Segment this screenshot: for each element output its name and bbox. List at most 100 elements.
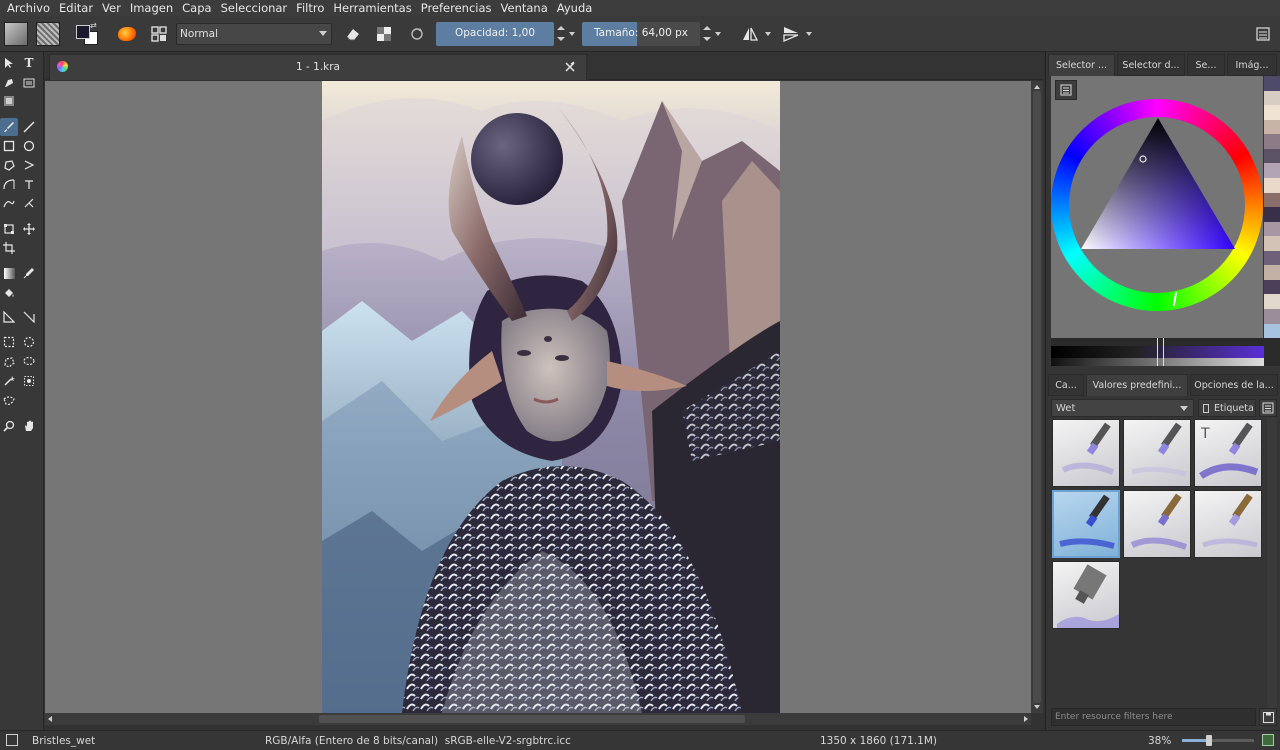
ellipse-tool[interactable]: [20, 137, 38, 155]
menu-preferencias[interactable]: Preferencias: [417, 1, 497, 15]
foreground-color-swatch[interactable]: [76, 25, 90, 39]
scroll-down-icon[interactable]: [1034, 705, 1040, 709]
move-tool[interactable]: [20, 220, 38, 238]
preset-view-options-button[interactable]: [1259, 399, 1277, 417]
document-status-icon[interactable]: [1262, 734, 1274, 746]
color-selector-settings-button[interactable]: [1055, 80, 1077, 100]
scroll-up-icon[interactable]: [1034, 85, 1040, 89]
zoom-slider-handle[interactable]: [1206, 735, 1213, 746]
palette-swatch[interactable]: [1264, 236, 1280, 251]
pattern-tool[interactable]: [0, 92, 18, 110]
measure-tool[interactable]: [20, 308, 38, 326]
workspace-grid-button[interactable]: [146, 21, 172, 47]
menu-editar[interactable]: Editar: [55, 1, 98, 15]
mirror-horizontal-options[interactable]: [762, 21, 774, 47]
color-history-strip[interactable]: [1051, 338, 1280, 366]
palette-swatch[interactable]: [1264, 323, 1280, 339]
menu-filtro[interactable]: Filtro: [292, 1, 329, 15]
saturation-value-triangle[interactable]: [1081, 118, 1235, 253]
bezier-tool[interactable]: [0, 175, 18, 193]
edit-shapes-tool[interactable]: [0, 74, 18, 92]
size-options-button[interactable]: [712, 21, 724, 47]
bezier-selection-tool[interactable]: [0, 392, 18, 410]
horizontal-scroll-thumb[interactable]: [319, 715, 745, 723]
rectangle-tool[interactable]: [0, 137, 18, 155]
brush-preview-icon[interactable]: [6, 734, 18, 746]
contiguous-selection-tool[interactable]: [0, 372, 18, 390]
preserve-alpha-button[interactable]: [371, 21, 397, 47]
horizontal-scrollbar[interactable]: [45, 713, 1031, 725]
preset-wet-5[interactable]: [1123, 490, 1191, 558]
palette-swatch[interactable]: [1264, 221, 1280, 237]
scroll-right-icon[interactable]: [1024, 716, 1028, 722]
palette-swatch[interactable]: [1264, 265, 1280, 280]
pattern-preset-button[interactable]: [35, 21, 61, 47]
menu-imagen[interactable]: Imagen: [126, 1, 178, 15]
palette-swatch[interactable]: [1264, 309, 1280, 324]
palette-swatch[interactable]: [1264, 90, 1280, 106]
resource-filter-input[interactable]: Enter resource filters here: [1051, 708, 1256, 726]
gradient-preset-button[interactable]: [3, 21, 29, 47]
select-shapes-tool[interactable]: [0, 54, 18, 72]
preset-wet-7[interactable]: [1052, 561, 1120, 629]
mirror-vertical-options[interactable]: [803, 21, 815, 47]
tab-color-selector[interactable]: Selector d...: [1117, 54, 1185, 76]
blend-mode-select[interactable]: Normal: [176, 23, 332, 45]
palette-swatch[interactable]: [1264, 250, 1280, 266]
tab-brush-presets[interactable]: Valores predefini...: [1086, 374, 1188, 396]
opacity-slider[interactable]: Opacidad: 1,00: [436, 22, 554, 46]
menu-ver[interactable]: Ver: [98, 1, 126, 15]
gradient-tool[interactable]: [0, 264, 18, 282]
similar-selection-tool[interactable]: [20, 372, 38, 390]
preset-filter-select[interactable]: Wet: [1051, 399, 1194, 417]
palette-swatch[interactable]: [1264, 163, 1280, 178]
pan-tool[interactable]: [20, 417, 38, 435]
scroll-left-icon[interactable]: [48, 716, 52, 722]
opacity-options-button[interactable]: [566, 21, 578, 47]
toolbar-config-button[interactable]: [1250, 21, 1276, 47]
tag-button[interactable]: Etiqueta: [1198, 399, 1256, 417]
freehand-path-tool[interactable]: [20, 175, 38, 193]
transform-tool[interactable]: [0, 220, 18, 238]
preset-wet-2[interactable]: [1123, 419, 1191, 487]
preset-wet-1[interactable]: [1052, 419, 1120, 487]
palette-swatch[interactable]: [1264, 105, 1280, 120]
multibrush-tool[interactable]: [20, 194, 38, 212]
text-tool[interactable]: T: [20, 54, 38, 72]
polyline-tool[interactable]: [20, 156, 38, 174]
menu-herramientas[interactable]: Herramientas: [329, 1, 416, 15]
color-swatches-button[interactable]: ⇄: [74, 21, 100, 47]
menu-ayuda[interactable]: Ayuda: [553, 1, 598, 15]
eraser-mode-button[interactable]: [340, 21, 366, 47]
zoom-slider[interactable]: [1182, 735, 1254, 746]
menu-capa[interactable]: Capa: [178, 1, 216, 15]
artwork-canvas[interactable]: [322, 81, 780, 713]
assistant-tool[interactable]: [0, 308, 18, 326]
swap-colors-icon[interactable]: ⇄: [90, 21, 97, 30]
menu-seleccionar[interactable]: Seleccionar: [217, 1, 293, 15]
tab-tool-options[interactable]: Opciones de la...: [1190, 374, 1278, 396]
line-tool[interactable]: [20, 118, 38, 136]
brush-preset-button[interactable]: [114, 21, 140, 47]
tab-advanced-color-selector[interactable]: Selector ...: [1048, 54, 1115, 76]
size-spinner[interactable]: [702, 22, 712, 46]
mirror-horizontal-button[interactable]: [737, 21, 763, 47]
tab-ca[interactable]: Ca...: [1048, 374, 1084, 396]
save-filter-button[interactable]: [1259, 708, 1277, 726]
palette-swatch[interactable]: [1264, 76, 1280, 91]
polygon-selection-tool[interactable]: [0, 353, 18, 371]
vertical-scroll-thumb[interactable]: [1033, 91, 1041, 703]
crop-tool[interactable]: [0, 239, 18, 257]
ellipse-selection-tool[interactable]: [20, 333, 38, 351]
vertical-scrollbar[interactable]: [1031, 81, 1043, 713]
color-picker-tool[interactable]: [20, 264, 38, 282]
fill-tool[interactable]: [0, 284, 18, 302]
dynamic-brush-tool[interactable]: [0, 194, 18, 212]
tab-image[interactable]: Imág...: [1227, 54, 1277, 76]
palette-swatch[interactable]: [1264, 207, 1280, 222]
freehand-selection-tool[interactable]: [20, 353, 38, 371]
preset-wet-3[interactable]: T: [1194, 419, 1262, 487]
preset-scrollbar[interactable]: [1267, 418, 1277, 708]
palette-swatch[interactable]: [1264, 134, 1280, 149]
zoom-tool[interactable]: [0, 417, 18, 435]
